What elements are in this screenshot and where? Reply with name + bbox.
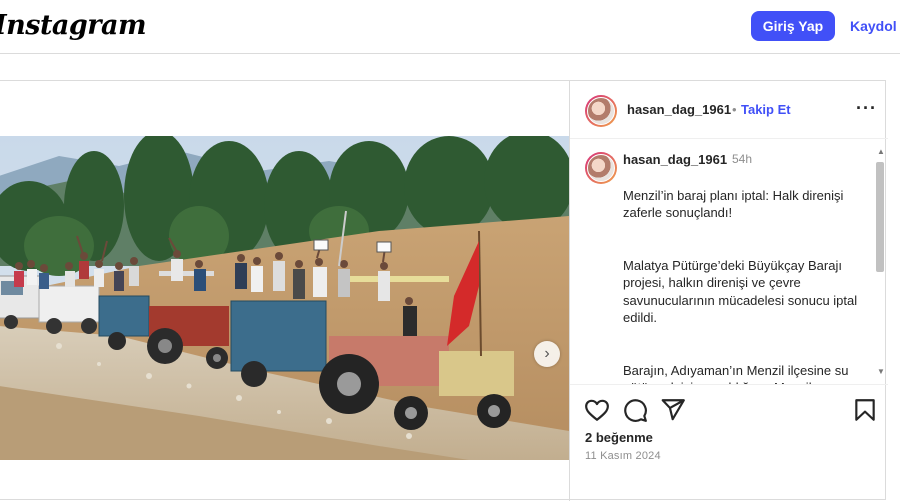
scroll-up-icon[interactable]: ▲ [877,147,885,156]
post-photo [0,136,569,460]
instagram-logo[interactable]: Instagram [0,10,147,41]
post-card: › hasan_dag_1961 • Takip Et ··· hasan_da… [0,80,888,501]
caption-scrollbar[interactable]: ▲ ▼ [874,147,886,377]
post-username[interactable]: hasan_dag_1961 [627,102,731,117]
top-bar: Instagram Giriş Yap Kaydol [0,0,900,54]
bookmark-icon[interactable] [852,397,878,423]
post-media[interactable]: › [0,136,569,460]
caption-area: hasan_dag_1961 54h Menzil’in baraj planı… [570,139,888,385]
next-image-button[interactable]: › [534,341,560,367]
chevron-right-icon: › [544,345,550,362]
action-bar [570,385,888,435]
send-icon[interactable] [660,397,686,423]
comment-icon[interactable] [622,397,648,423]
post-sidebar: hasan_dag_1961 • Takip Et ··· hasan_dag_… [569,81,888,501]
separator-dot: • [732,102,737,117]
caption-paragraph: Menzil’in baraj planı iptal: Halk direni… [623,187,844,221]
scroll-down-icon[interactable]: ▼ [877,367,885,376]
caption-username[interactable]: hasan_dag_1961 [623,152,727,167]
caption-text: Menzil’in baraj planı iptal: Halk direni… [623,169,863,385]
follow-button[interactable]: Takip Et [741,102,791,117]
caption-paragraph: Malatya Pütürge’deki Büyükçay Barajı pro… [623,257,858,326]
post-date: 11 Kasım 2024 [585,450,661,462]
caption-avatar[interactable] [585,152,617,184]
avatar[interactable] [585,95,617,127]
more-horizontal-icon[interactable]: ··· [856,98,877,119]
heart-icon[interactable] [584,397,610,423]
caption-paragraph: Barajın, Adıyaman’ın Menzil ilçesine su … [623,362,849,385]
caption-time[interactable]: 54h [732,152,752,166]
post-header: hasan_dag_1961 • Takip Et ··· [570,81,888,139]
login-button[interactable]: Giriş Yap [751,11,835,41]
signup-link[interactable]: Kaydol [850,18,897,34]
likes-count[interactable]: 2 beğenme [585,430,653,445]
scroll-thumb[interactable] [876,162,884,272]
